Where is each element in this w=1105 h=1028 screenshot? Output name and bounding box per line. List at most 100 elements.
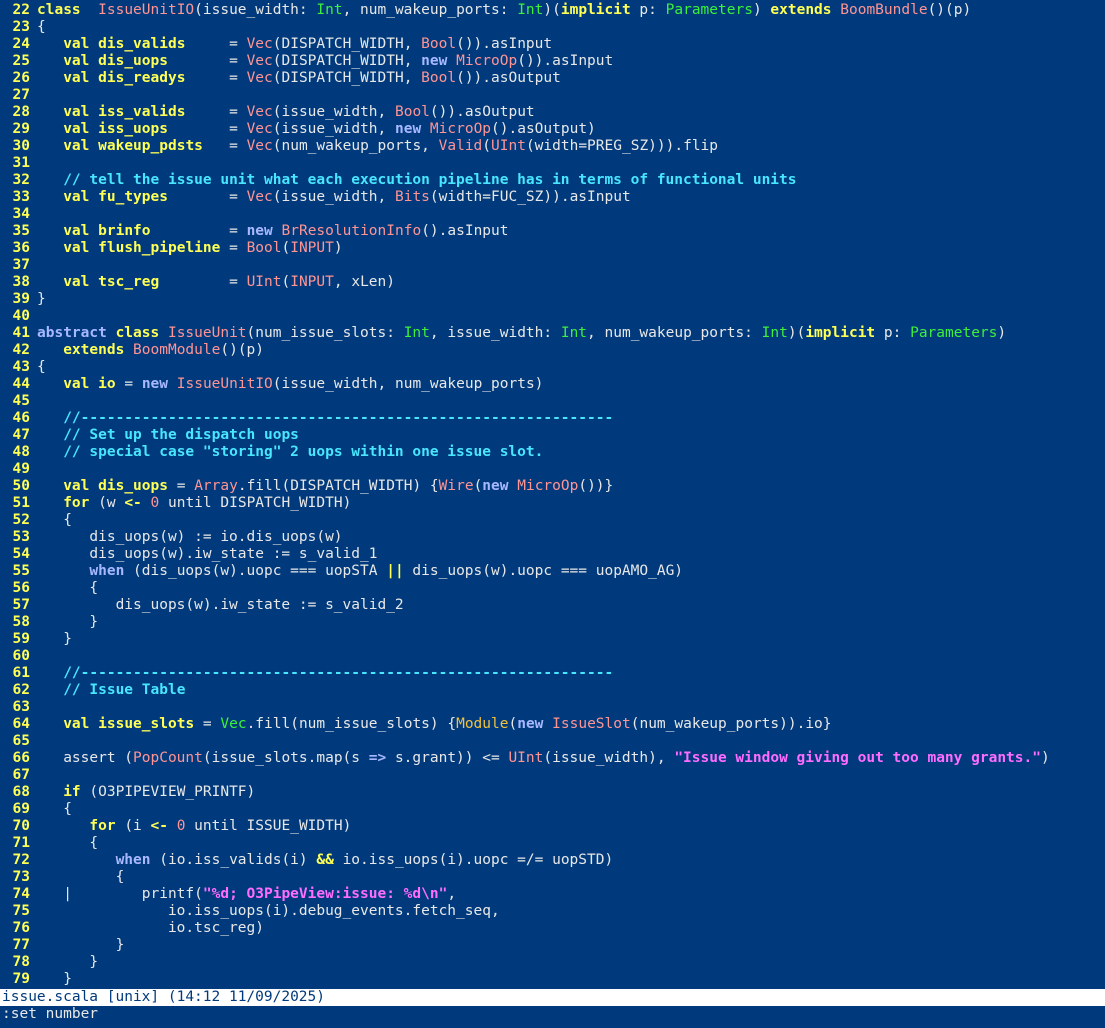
code-line[interactable]: 68 if (O3PIPEVIEW_PRINTF) <box>0 784 1105 801</box>
code-token: = <box>202 138 247 154</box>
code-line[interactable]: 45 <box>0 393 1105 410</box>
code-line[interactable]: 22 class IssueUnitIO(issue_width: Int, nu… <box>0 2 1105 19</box>
code-line[interactable]: 74 | printf("%d; O3PipeView:issue: %d\n"… <box>0 886 1105 903</box>
code-line[interactable]: 65 <box>0 733 1105 750</box>
code-token: //--------------------------------------… <box>63 410 614 426</box>
line-code: extends BoomModule()(p) <box>37 342 264 359</box>
code-token: flush_pipeline <box>98 240 221 256</box>
code-line[interactable]: 47 // Set up the dispatch uops <box>0 427 1105 444</box>
code-line[interactable]: 34 <box>0 206 1105 223</box>
code-token: = <box>167 53 247 69</box>
code-line[interactable]: 25 val dis_uops = Vec(DISPATCH_WIDTH, ne… <box>0 53 1105 70</box>
line-number: 68 <box>12 784 30 800</box>
code-line[interactable]: 76 io.tsc_reg) <box>0 920 1105 937</box>
code-token: )( <box>787 325 806 341</box>
code-line[interactable]: 79 } <box>0 971 1105 988</box>
code-line[interactable]: 30 val wakeup_pdsts = Vec(num_wakeup_por… <box>0 138 1105 155</box>
code-line[interactable]: 75 io.iss_uops(i).debug_events.fetch_seq… <box>0 903 1105 920</box>
code-line[interactable]: 64 val issue_slots = Vec.fill(num_issue_… <box>0 716 1105 733</box>
code-line[interactable]: 31 <box>0 155 1105 172</box>
code-token: val <box>63 36 90 52</box>
code-token: (issue_width), <box>543 750 675 766</box>
code-token: (io.iss_valids(i) <box>150 852 317 868</box>
code-token: until ISSUE_WIDTH) <box>185 818 352 834</box>
code-line[interactable]: 50 val dis_uops = Array.fill(DISPATCH_WI… <box>0 478 1105 495</box>
code-line[interactable]: 52 { <box>0 512 1105 529</box>
code-line[interactable]: 69 { <box>0 801 1105 818</box>
code-line[interactable]: 23 { <box>0 19 1105 36</box>
code-line[interactable]: 41 abstract class IssueUnit(num_issue_slo… <box>0 325 1105 342</box>
code-line[interactable]: 24 val dis_valids = Vec(DISPATCH_WIDTH, … <box>0 36 1105 53</box>
code-line[interactable]: 58 } <box>0 614 1105 631</box>
code-line[interactable]: 59 } <box>0 631 1105 648</box>
code-line[interactable]: 44 val io = new IssueUnitIO(issue_width,… <box>0 376 1105 393</box>
code-line[interactable]: 36 val flush_pipeline = Bool(INPUT) <box>0 240 1105 257</box>
code-line[interactable]: 46 //-----------------------------------… <box>0 410 1105 427</box>
code-line[interactable]: 71 { <box>0 835 1105 852</box>
line-code: assert (PopCount(issue_slots.map(s => s.… <box>37 750 1050 767</box>
code-line[interactable]: 51 for (w <- 0 until DISPATCH_WIDTH) <box>0 495 1105 512</box>
code-line[interactable]: 67 <box>0 767 1105 784</box>
code-line[interactable]: 53 dis_uops(w) := io.dis_uops(w) <box>0 529 1105 546</box>
code-token: implicit <box>560 2 631 18</box>
code-line[interactable]: 77 } <box>0 937 1105 954</box>
code-line[interactable]: 39} <box>0 291 1105 308</box>
code-line[interactable]: 35 val brinfo = new BrResolutionInfo().a… <box>0 223 1105 240</box>
code-line[interactable]: 70 for (i <- 0 until ISSUE_WIDTH) <box>0 818 1105 835</box>
line-code: val issue_slots = Vec.fill(num_issue_slo… <box>37 716 831 733</box>
code-line[interactable]: 42 extends BoomModule()(p) <box>0 342 1105 359</box>
code-token: tsc_reg <box>98 274 160 290</box>
code-line[interactable]: 72 when (io.iss_valids(i) && io.iss_uops… <box>0 852 1105 869</box>
code-line[interactable]: 38 val tsc_reg = UInt(INPUT, xLen) <box>0 274 1105 291</box>
code-token: UInt <box>508 750 544 766</box>
code-line[interactable]: 43 { <box>0 359 1105 376</box>
code-token: val <box>63 121 90 137</box>
code-line[interactable]: 33 val fu_types = Vec(issue_width, Bits(… <box>0 189 1105 206</box>
code-line[interactable]: 57 dis_uops(w).iw_state := s_valid_2 <box>0 597 1105 614</box>
code-token: new <box>517 716 544 732</box>
code-line[interactable]: 62 // Issue Table <box>0 682 1105 699</box>
code-line[interactable]: 78 } <box>0 954 1105 971</box>
line-code: { <box>37 869 125 886</box>
code-line[interactable]: 63 <box>0 699 1105 716</box>
code-editor[interactable]: 22 class IssueUnitIO(issue_width: Int, nu… <box>0 2 1105 989</box>
code-line[interactable]: 54 dis_uops(w).iw_state := s_valid_1 <box>0 546 1105 563</box>
code-token: implicit <box>805 325 876 341</box>
code-line[interactable]: 49 <box>0 461 1105 478</box>
code-line[interactable]: 32 // tell the issue unit what each exec… <box>0 172 1105 189</box>
code-token: = <box>185 36 247 52</box>
line-number: 61 <box>12 665 30 681</box>
code-line[interactable]: 73 { <box>0 869 1105 886</box>
code-token: = <box>220 240 247 256</box>
line-code: val fu_types = Vec(issue_width, Bits(wid… <box>37 189 631 206</box>
code-line[interactable]: 60 <box>0 648 1105 665</box>
code-line[interactable]: 26 val dis_readys = Vec(DISPATCH_WIDTH, … <box>0 70 1105 87</box>
code-token: BrResolutionInfo <box>281 223 422 239</box>
line-number: 41 <box>12 325 30 341</box>
code-line[interactable]: 29 val iss_uops = Vec(issue_width, new M… <box>0 121 1105 138</box>
code-line[interactable]: 61 //-----------------------------------… <box>0 665 1105 682</box>
code-line[interactable]: 27 <box>0 87 1105 104</box>
code-token: Array <box>194 478 238 494</box>
code-line[interactable]: 28 val iss_valids = Vec(issue_width, Boo… <box>0 104 1105 121</box>
command-line[interactable]: :set number <box>0 1006 1105 1028</box>
line-number: 64 <box>12 716 30 732</box>
code-token: val <box>63 478 90 494</box>
code-token: Vec <box>246 104 273 120</box>
code-line[interactable]: 40 <box>0 308 1105 325</box>
code-line[interactable]: 55 when (dis_uops(w).uopc === uopSTA || … <box>0 563 1105 580</box>
code-line[interactable]: 37 <box>0 257 1105 274</box>
code-line[interactable]: 66 assert (PopCount(issue_slots.map(s =>… <box>0 750 1105 767</box>
line-code: val iss_valids = Vec(issue_width, Bool()… <box>37 104 534 121</box>
code-line[interactable]: 48 // special case "storing" 2 uops with… <box>0 444 1105 461</box>
code-line[interactable]: 56 { <box>0 580 1105 597</box>
